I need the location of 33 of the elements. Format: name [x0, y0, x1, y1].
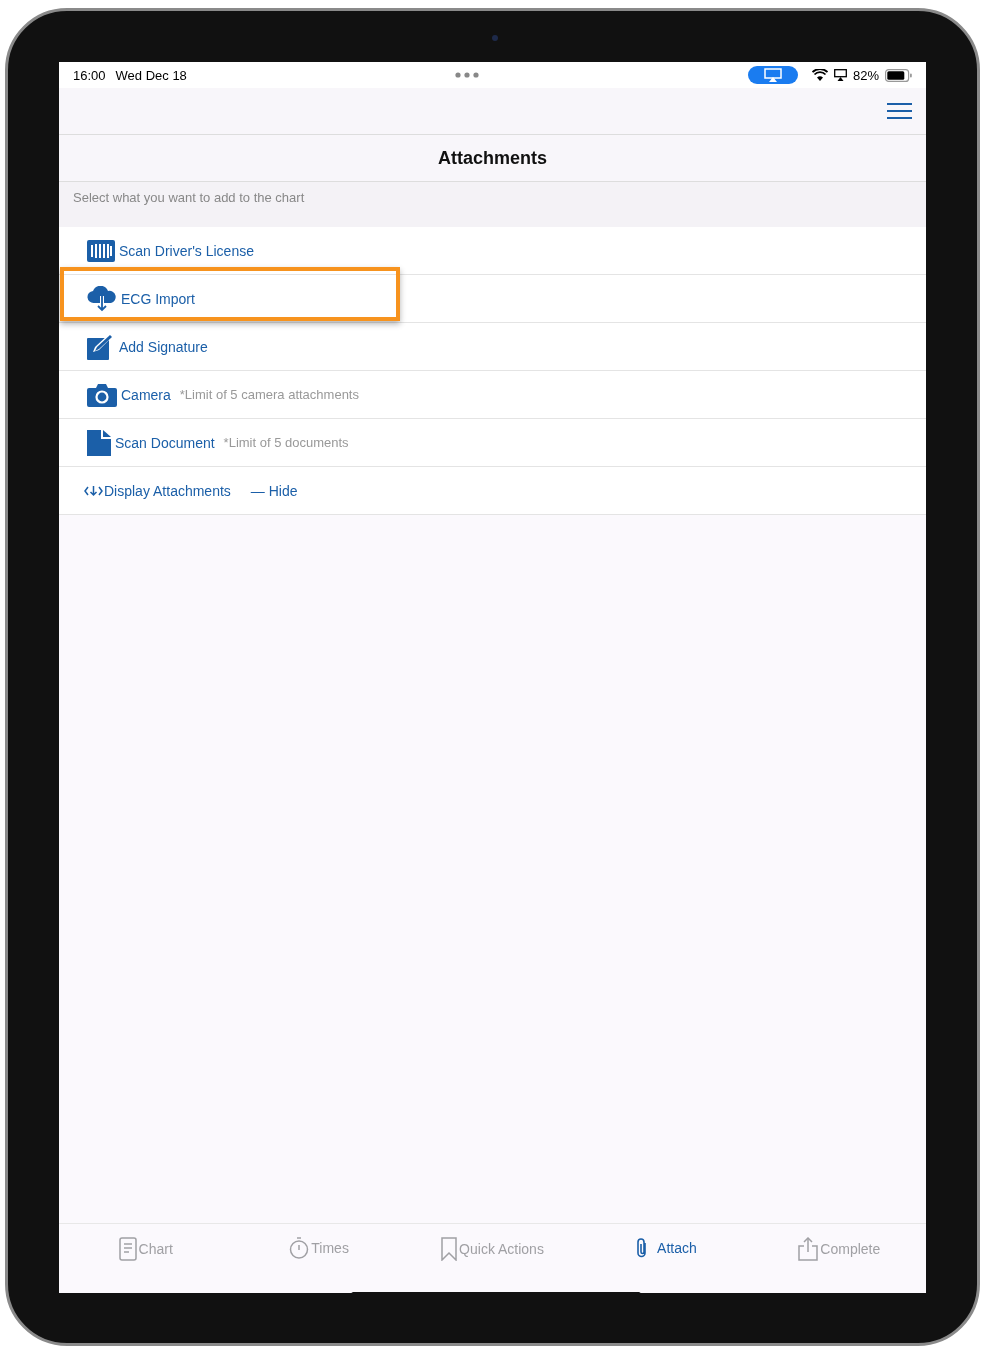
cloud-download-icon [87, 285, 117, 312]
tab-bar-item[interactable]: Attach [579, 1237, 753, 1259]
document-icon [87, 429, 111, 456]
screen-mirroring-pill[interactable] [747, 66, 798, 84]
document-icon [118, 1237, 137, 1261]
status-date: Wed Dec 18 [115, 67, 187, 83]
pen-square-icon [87, 333, 115, 360]
camera-dot [492, 35, 498, 41]
wifi-icon [811, 69, 828, 81]
limit-note: *Limit of 5 camera attachments [179, 387, 359, 402]
camera-icon [87, 382, 117, 407]
instruction-text: Select what you want to add to the chart [73, 190, 305, 205]
battery-icon [885, 68, 912, 82]
attachment-option[interactable]: ECG Import [121, 290, 195, 307]
stopwatch-icon [289, 1237, 310, 1259]
menu-icon[interactable] [887, 103, 912, 119]
share-icon [798, 1237, 819, 1261]
bookmark-icon [441, 1237, 458, 1261]
airplay-icon [833, 69, 847, 81]
attachment-option[interactable]: Add Signature [119, 338, 208, 355]
attachment-option[interactable]: Scan Document [115, 434, 215, 451]
attachment-option[interactable]: Scan Driver's License [119, 242, 254, 259]
battery-percent: 82% [852, 67, 879, 83]
barcode-card-icon [87, 239, 115, 262]
screen-mirroring-icon [763, 68, 782, 82]
status-time: 16:00 [73, 67, 106, 83]
hide-link[interactable]: — Hide [250, 482, 298, 499]
limit-note: *Limit of 5 documents [223, 435, 349, 450]
more-dots-icon [455, 72, 480, 78]
code-arrow-icon [84, 484, 103, 497]
display-attachments-link[interactable]: Display Attachments [104, 482, 231, 499]
page-title: Attachments [438, 147, 547, 169]
attachment-option[interactable]: Camera [121, 386, 171, 403]
